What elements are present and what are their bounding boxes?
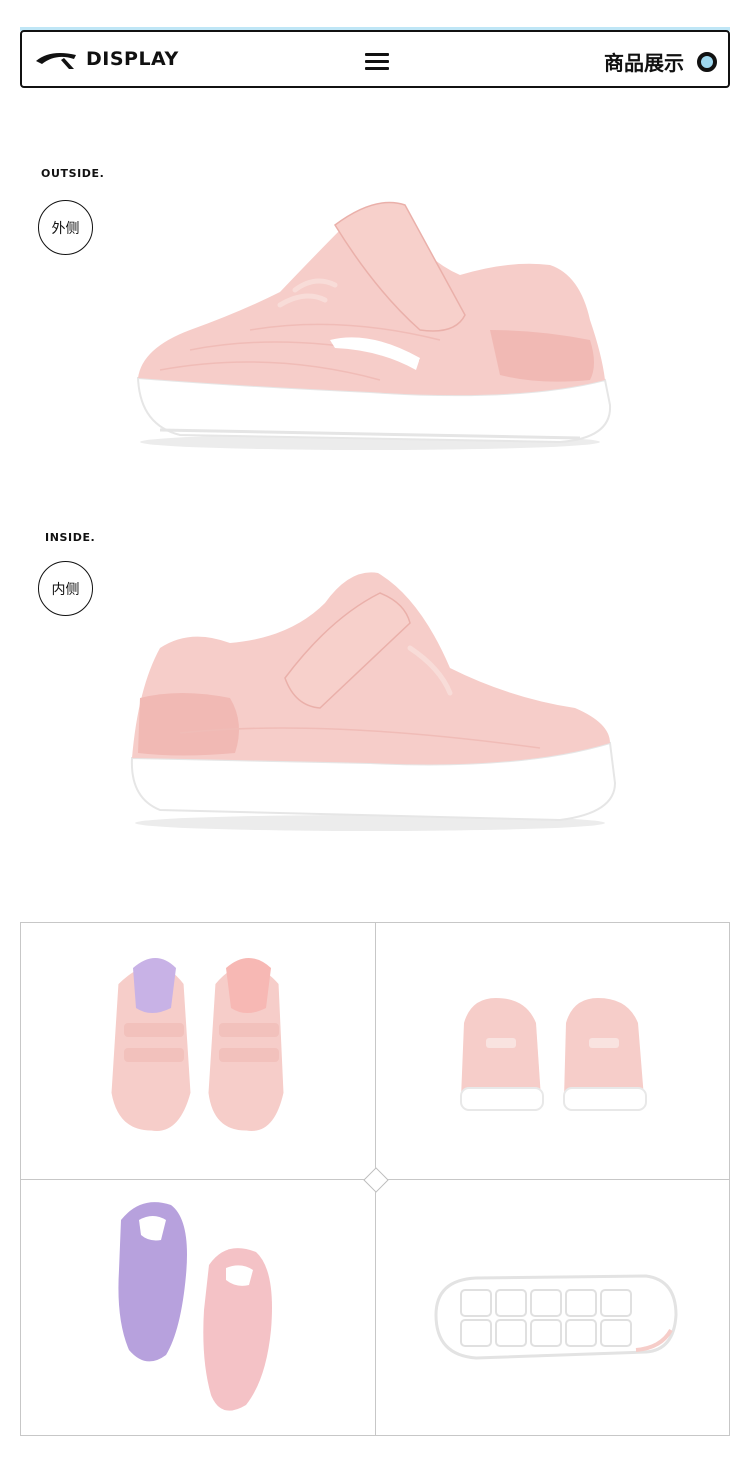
ring-icon[interactable]: [697, 52, 717, 72]
anta-logo-icon[interactable]: [34, 47, 78, 71]
header-bar: DISPLAY 商品展示: [20, 30, 730, 88]
gallery-cell-top-view[interactable]: [21, 923, 375, 1179]
inside-label: INSIDE.: [45, 531, 96, 544]
pink-sneaker-outside-view: [136, 201, 612, 450]
gallery-cell-back-view[interactable]: [376, 923, 730, 1179]
sneakers-back-view: [460, 998, 647, 1111]
sneakers-top-view: [106, 958, 289, 1136]
outside-badge: 外侧: [38, 200, 93, 255]
gallery-cell-insoles[interactable]: [21, 1180, 375, 1436]
sneaker-outsole-view: [434, 1274, 678, 1360]
gallery-cell-outsole[interactable]: [376, 1180, 730, 1436]
insoles-lavender-and-pink: [118, 1202, 272, 1411]
brand-title: DISPLAY: [86, 48, 179, 70]
section-title: 商品展示: [604, 51, 684, 75]
outside-label: OUTSIDE.: [41, 167, 105, 180]
hamburger-menu-icon[interactable]: [362, 50, 392, 72]
product-gallery-grid: [20, 922, 730, 1436]
pink-sneaker-inside-view: [130, 572, 617, 831]
inside-badge: 内侧: [38, 561, 93, 616]
